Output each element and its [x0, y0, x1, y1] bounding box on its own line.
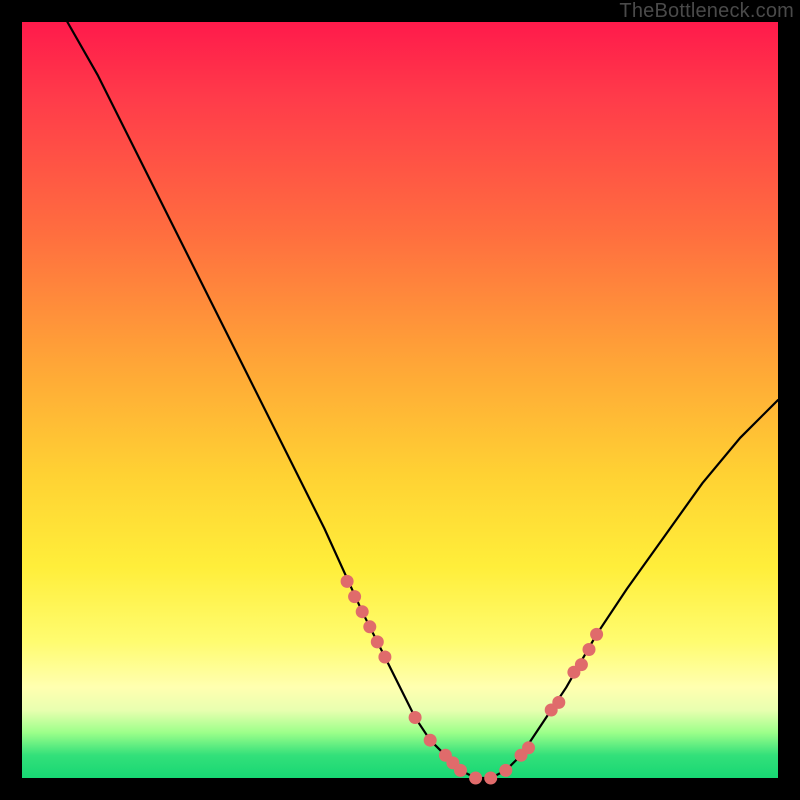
- highlight-dot: [552, 696, 565, 709]
- highlight-dot: [363, 620, 376, 633]
- highlight-dot: [409, 711, 422, 724]
- highlight-dot: [469, 772, 482, 785]
- highlight-dot: [590, 628, 603, 641]
- bottleneck-curve: [67, 22, 778, 778]
- highlight-dot: [583, 643, 596, 656]
- optimal-range-dots: [341, 575, 603, 785]
- highlight-dot: [575, 658, 588, 671]
- highlight-dot: [356, 605, 369, 618]
- curve-layer: [22, 22, 778, 778]
- highlight-dot: [341, 575, 354, 588]
- highlight-dot: [348, 590, 361, 603]
- highlight-dot: [484, 772, 497, 785]
- highlight-dot: [499, 764, 512, 777]
- plot-area: [22, 22, 778, 778]
- highlight-dot: [522, 741, 535, 754]
- highlight-dot: [454, 764, 467, 777]
- watermark-text: TheBottleneck.com: [619, 0, 794, 23]
- chart-frame: TheBottleneck.com: [0, 0, 800, 800]
- highlight-dot: [378, 651, 391, 664]
- highlight-dot: [424, 734, 437, 747]
- highlight-dot: [371, 635, 384, 648]
